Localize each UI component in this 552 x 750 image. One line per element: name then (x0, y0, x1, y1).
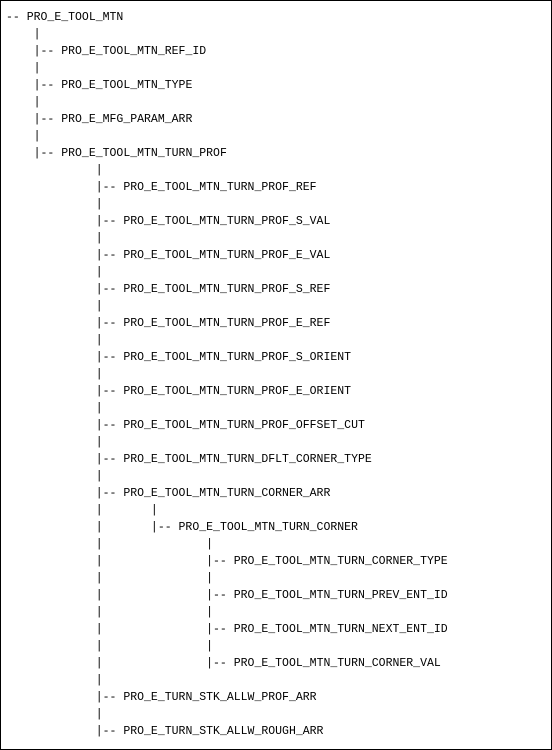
tree-connector: | | (6, 538, 214, 551)
node-label: PRO_E_TOOL_MTN_REF_ID (61, 45, 207, 58)
element-tree: -- PRO_E_TOOL_MTN | |-- PRO_E_TOOL_MTN_R… (0, 0, 550, 748)
tree-connector: | (6, 198, 103, 211)
node-label: PRO_E_TOOL_MTN_TURN_CORNER_VAL (233, 657, 441, 670)
node-label: PRO_E_TOOL_MTN (26, 11, 124, 24)
tree-connector: | (6, 164, 103, 177)
tree-connector: | (6, 130, 41, 143)
tree-node: |-- PRO_E_TOOL_MTN_REF_ID (6, 45, 207, 58)
node-label: PRO_E_TOOL_MTN_TURN_PROF_E_REF (123, 317, 331, 330)
tree-node: |-- PRO_E_TOOL_MTN_TURN_PROF_E_VAL (6, 249, 331, 262)
tree-node: |-- PRO_E_TOOL_MTN_TURN_PROF (6, 147, 227, 160)
tree-connector: | (6, 62, 41, 75)
tree-connector: | (6, 300, 103, 313)
tree-connector: | (6, 334, 103, 347)
tree-node-root: -- PRO_E_TOOL_MTN (6, 11, 124, 24)
node-label: PRO_E_TURN_STK_ALLW_PROF_ARR (123, 691, 317, 704)
node-label: PRO_E_TOOL_MTN_TURN_PROF_REF (123, 181, 317, 194)
node-label: PRO_E_TOOL_MTN_TURN_PREV_ENT_ID (233, 589, 448, 602)
tree-node: | |-- PRO_E_TOOL_MTN_TURN_NEXT_ENT_ID (6, 623, 448, 636)
tree-node: |-- PRO_E_TOOL_MTN_TURN_PROF_REF (6, 181, 317, 194)
tree-node: | |-- PRO_E_TOOL_MTN_TURN_PREV_ENT_ID (6, 589, 448, 602)
node-label: PRO_E_TOOL_MTN_TURN_PROF (61, 147, 227, 160)
node-label: PRO_E_TOOL_MTN_TURN_PROF_S_VAL (123, 215, 331, 228)
node-label: PRO_E_TOOL_MTN_TYPE (61, 79, 193, 92)
tree-connector: | | (6, 640, 214, 653)
tree-connector: | (6, 266, 103, 279)
tree-connector: | (6, 232, 103, 245)
tree-connector: | (6, 402, 103, 415)
tree-connector: | (6, 470, 103, 483)
tree-connector: | (6, 368, 103, 381)
tree-node: |-- PRO_E_TOOL_MTN_TURN_PROF_S_ORIENT (6, 351, 352, 364)
node-label: PRO_E_MFG_PARAM_ARR (61, 113, 193, 126)
tree-node: |-- PRO_E_TOOL_MTN_TURN_PROF_E_ORIENT (6, 385, 352, 398)
tree-node: |-- PRO_E_TOOL_MTN_TURN_PROF_E_REF (6, 317, 331, 330)
node-label: PRO_E_TOOL_MTN_TURN_PROF_OFFSET_CUT (123, 419, 365, 432)
tree-connector: | (6, 708, 103, 721)
node-label: PRO_E_TOOL_MTN_TURN_NEXT_ENT_ID (233, 623, 448, 636)
tree-node: |-- PRO_E_TURN_STK_ALLW_PROF_ARR (6, 691, 317, 704)
node-label: PRO_E_TOOL_MTN_TURN_PROF_S_ORIENT (123, 351, 352, 364)
tree-connector: | (6, 28, 41, 41)
node-label: PRO_E_TOOL_MTN_TURN_CORNER_TYPE (233, 555, 448, 568)
tree-node: |-- PRO_E_TOOL_MTN_TYPE (6, 79, 193, 92)
tree-node: | |-- PRO_E_TOOL_MTN_TURN_CORNER_VAL (6, 657, 441, 670)
tree-node: |-- PRO_E_TOOL_MTN_TURN_PROF_S_REF (6, 283, 331, 296)
tree-connector: | (6, 96, 41, 109)
node-label: PRO_E_TOOL_MTN_TURN_PROF_S_REF (123, 283, 331, 296)
tree-connector: | | (6, 572, 214, 585)
tree-connector: | | (6, 504, 158, 517)
tree-connector: | (6, 436, 103, 449)
tree-node: |-- PRO_E_TOOL_MTN_TURN_PROF_S_VAL (6, 215, 331, 228)
tree-node: |-- PRO_E_MFG_PARAM_ARR (6, 113, 193, 126)
tree-connector: | | (6, 606, 214, 619)
node-label: PRO_E_TOOL_MTN_TURN_PROF_E_VAL (123, 249, 331, 262)
tree-connector: | (6, 674, 103, 687)
tree-node: | |-- PRO_E_TOOL_MTN_TURN_CORNER_TYPE (6, 555, 448, 568)
tree-node: |-- PRO_E_TURN_STK_ALLW_ROUGH_ARR (6, 725, 324, 738)
node-label: PRO_E_TOOL_MTN_TURN_DFLT_CORNER_TYPE (123, 453, 372, 466)
tree-node: |-- PRO_E_TOOL_MTN_TURN_CORNER_ARR (6, 487, 331, 500)
node-label: PRO_E_TOOL_MTN_TURN_CORNER_ARR (123, 487, 331, 500)
node-label: PRO_E_TOOL_MTN_TURN_CORNER (178, 521, 358, 534)
tree-node: | |-- PRO_E_TOOL_MTN_TURN_CORNER (6, 521, 358, 534)
node-label: PRO_E_TOOL_MTN_TURN_PROF_E_ORIENT (123, 385, 352, 398)
tree-node: |-- PRO_E_TOOL_MTN_TURN_PROF_OFFSET_CUT (6, 419, 365, 432)
tree-node: |-- PRO_E_TOOL_MTN_TURN_DFLT_CORNER_TYPE (6, 453, 372, 466)
node-label: PRO_E_TURN_STK_ALLW_ROUGH_ARR (123, 725, 324, 738)
